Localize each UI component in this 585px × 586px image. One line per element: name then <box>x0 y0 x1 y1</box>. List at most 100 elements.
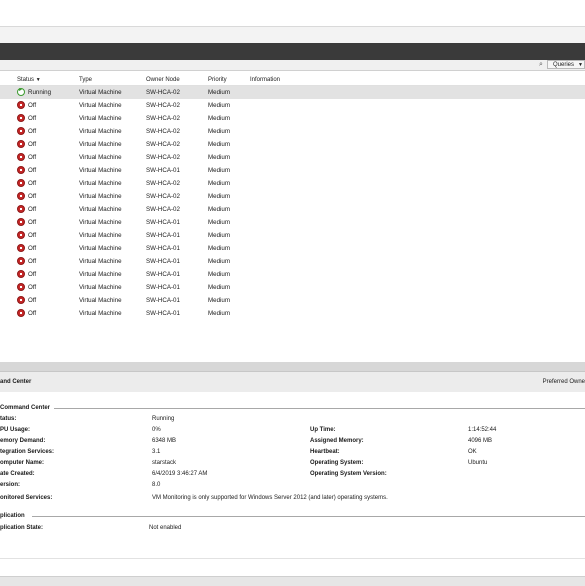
table-row[interactable]: Off Virtual Machine SW-HCA-02 Medium <box>0 99 585 112</box>
table-row[interactable]: Running Virtual Machine SW-HCA-02 Medium <box>0 86 585 99</box>
cell-priority: Medium <box>208 284 231 291</box>
property-label: emory Demand: <box>0 438 46 444</box>
column-type[interactable]: Type <box>79 77 92 83</box>
cell-type: Virtual Machine <box>79 154 122 161</box>
details-title: and Center <box>0 379 32 385</box>
monitored-services-value: VM Monitoring is only supported for Wind… <box>152 495 388 501</box>
preferred-owners-link[interactable]: Preferred Owne <box>543 379 585 385</box>
property-value: Ubuntu <box>468 460 488 466</box>
cell-status: Off <box>28 245 37 252</box>
column-priority[interactable]: Priority <box>208 77 227 83</box>
column-information[interactable]: Information <box>250 77 280 83</box>
cell-type: Virtual Machine <box>79 89 122 96</box>
off-status-icon <box>17 257 25 265</box>
pane-title-bar <box>0 43 585 60</box>
table-row[interactable]: Off Virtual Machine SW-HCA-01 Medium <box>0 268 585 281</box>
cell-priority: Medium <box>208 89 231 96</box>
details-pane: Command Center tatus: Running PU Usage: 0% e… <box>0 392 585 558</box>
bottom-gap <box>0 558 585 577</box>
table-row[interactable]: Off Virtual Machine SW-HCA-02 Medium <box>0 125 585 138</box>
table-row[interactable]: Off Virtual Machine SW-HCA-01 Medium <box>0 229 585 242</box>
top-band <box>0 0 585 27</box>
cell-type: Virtual Machine <box>79 115 122 122</box>
table-row[interactable]: Off Virtual Machine SW-HCA-02 Medium <box>0 151 585 164</box>
cell-priority: Medium <box>208 115 231 122</box>
cell-priority: Medium <box>208 167 231 174</box>
cell-type: Virtual Machine <box>79 128 122 135</box>
property-label: ate Created: <box>0 471 35 477</box>
column-owner-node[interactable]: Owner Node <box>146 77 180 83</box>
cell-status: Off <box>28 115 37 122</box>
property-label: tegration Services: <box>0 449 55 455</box>
cell-status: Off <box>28 154 37 161</box>
cell-owner-node: SW-HCA-02 <box>146 115 180 122</box>
off-status-icon <box>17 114 25 122</box>
property-value: 3.1 <box>152 449 161 455</box>
cell-status: Off <box>28 297 37 304</box>
off-status-icon <box>17 218 25 226</box>
table-row[interactable]: Off Virtual Machine SW-HCA-01 Medium <box>0 307 585 320</box>
cell-owner-node: SW-HCA-01 <box>146 167 180 174</box>
cell-status: Off <box>28 219 37 226</box>
header-gap <box>0 27 585 43</box>
table-row[interactable]: Off Virtual Machine SW-HCA-01 Medium <box>0 164 585 177</box>
table-row[interactable]: Off Virtual Machine SW-HCA-02 Medium <box>0 203 585 216</box>
cell-status: Off <box>28 128 37 135</box>
cell-priority: Medium <box>208 219 231 226</box>
cell-priority: Medium <box>208 245 231 252</box>
cell-owner-node: SW-HCA-02 <box>146 128 180 135</box>
property-value: 6/4/2019 3:46:27 AM <box>152 471 208 477</box>
table-row[interactable]: Off Virtual Machine SW-HCA-02 Medium <box>0 112 585 125</box>
splitter[interactable] <box>0 362 585 371</box>
property-value: 0% <box>152 427 161 433</box>
cell-priority: Medium <box>208 128 231 135</box>
table-row[interactable]: Off Virtual Machine SW-HCA-01 Medium <box>0 242 585 255</box>
cell-owner-node: SW-HCA-01 <box>146 245 180 252</box>
cell-priority: Medium <box>208 193 231 200</box>
property-value: 8.0 <box>152 482 161 488</box>
off-status-icon <box>17 140 25 148</box>
cell-priority: Medium <box>208 141 231 148</box>
cell-status: Off <box>28 141 37 148</box>
off-status-icon <box>17 192 25 200</box>
cell-priority: Medium <box>208 271 231 278</box>
property-label: tatus: <box>0 416 17 422</box>
cell-type: Virtual Machine <box>79 232 122 239</box>
property-value: 4096 MB <box>468 438 493 444</box>
table-row[interactable]: Off Virtual Machine SW-HCA-01 Medium <box>0 294 585 307</box>
group-title: Command Center <box>0 405 51 411</box>
table-row[interactable]: Off Virtual Machine SW-HCA-02 Medium <box>0 190 585 203</box>
cell-type: Virtual Machine <box>79 271 122 278</box>
monitored-services-label: onitored Services: <box>0 495 53 501</box>
cell-type: Virtual Machine <box>79 258 122 265</box>
cell-status: Off <box>28 271 37 278</box>
cell-priority: Medium <box>208 297 231 304</box>
table-row[interactable]: Off Virtual Machine SW-HCA-02 Medium <box>0 138 585 151</box>
table-row[interactable]: Off Virtual Machine SW-HCA-01 Medium <box>0 216 585 229</box>
property-label: Heartbeat: <box>310 449 340 455</box>
cell-type: Virtual Machine <box>79 310 122 317</box>
property-label: Operating System Version: <box>310 471 387 477</box>
replication-group-title: plication <box>0 513 25 519</box>
table-row[interactable]: Off Virtual Machine SW-HCA-01 Medium <box>0 281 585 294</box>
cell-owner-node: SW-HCA-01 <box>146 219 180 226</box>
cell-priority: Medium <box>208 180 231 187</box>
table-row[interactable]: Off Virtual Machine SW-HCA-02 Medium <box>0 177 585 190</box>
cell-status: Off <box>28 284 37 291</box>
divider <box>32 516 585 517</box>
cell-type: Virtual Machine <box>79 193 122 200</box>
cell-type: Virtual Machine <box>79 167 122 174</box>
table-row[interactable]: Off Virtual Machine SW-HCA-01 Medium <box>0 255 585 268</box>
property-label: Assigned Memory: <box>310 438 364 444</box>
off-status-icon <box>17 101 25 109</box>
property-label: omputer Name: <box>0 460 45 466</box>
queries-button[interactable]: Queries ▼ <box>547 60 585 69</box>
property-label: Up Time: <box>310 427 336 433</box>
list-toolbar <box>0 60 585 71</box>
search-icon[interactable]: ⌕ <box>536 60 546 70</box>
column-status[interactable]: Status ▼ <box>17 77 41 83</box>
cell-owner-node: SW-HCA-01 <box>146 297 180 304</box>
cell-priority: Medium <box>208 206 231 213</box>
chevron-down-icon: ▼ <box>578 62 583 68</box>
off-status-icon <box>17 309 25 317</box>
